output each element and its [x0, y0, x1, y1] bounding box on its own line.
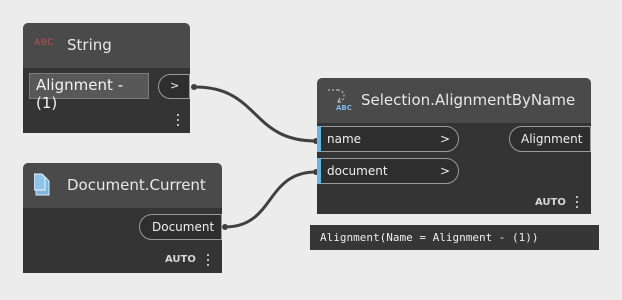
node-title: Document.Current — [67, 176, 206, 194]
node-menu-icon[interactable] — [576, 196, 579, 209]
input-port-marker — [317, 158, 321, 184]
abc-text: ABC — [336, 104, 352, 112]
output-port-label: Alignment — [521, 132, 583, 146]
string-node[interactable]: ABC String Alignment - (1) > — [23, 23, 190, 133]
document-icon — [33, 173, 52, 197]
document-current-node[interactable]: Document.Current Document AUTO — [23, 163, 222, 273]
node-header[interactable]: Document.Current — [23, 163, 222, 208]
node-header[interactable]: ABC Selection.AlignmentByName — [317, 78, 591, 123]
output-port-document[interactable]: Document — [139, 214, 222, 240]
wire-start-dot — [222, 224, 228, 230]
input-port-name[interactable]: name > — [317, 126, 459, 152]
input-port-marker — [317, 126, 321, 152]
selection-alignment-by-name-node[interactable]: ABC Selection.AlignmentByName name > doc… — [317, 78, 591, 214]
input-port-arrow: > — [439, 132, 450, 146]
node-title: String — [67, 36, 112, 54]
node-body: Alignment - (1) > — [23, 68, 190, 133]
node-menu-icon[interactable] — [207, 254, 210, 267]
output-port-label: Document — [152, 220, 215, 234]
node-body: Document AUTO — [23, 208, 222, 273]
wire-document-to-document[interactable] — [224, 170, 317, 229]
wire-start-dot — [191, 84, 197, 90]
wire-string-to-name[interactable] — [194, 85, 317, 143]
node-body: name > document > Alignment AUTO — [317, 123, 591, 214]
output-port[interactable]: > — [158, 74, 190, 99]
node-title: Selection.AlignmentByName — [361, 91, 576, 109]
input-port-document[interactable]: document > — [317, 158, 459, 184]
graph-canvas[interactable]: ABC String Alignment - (1) > Document.Cu… — [0, 0, 622, 300]
preview-bubble[interactable]: Alignment(Name = Alignment - (1)) — [310, 225, 599, 250]
selection-abc-icon: ABC — [326, 86, 352, 114]
input-port-label: document — [327, 164, 388, 178]
node-menu-icon[interactable] — [177, 114, 180, 127]
abc-icon: ABC — [34, 38, 54, 48]
output-arrow: > — [170, 79, 180, 92]
lacing-label[interactable]: AUTO — [535, 197, 566, 208]
input-port-label: name — [327, 132, 362, 146]
input-port-arrow: > — [439, 164, 450, 178]
lacing-label[interactable]: AUTO — [165, 254, 196, 265]
output-port-alignment[interactable]: Alignment — [509, 126, 591, 152]
node-header[interactable]: ABC String — [23, 23, 190, 68]
string-value-input[interactable]: Alignment - (1) — [29, 73, 149, 112]
